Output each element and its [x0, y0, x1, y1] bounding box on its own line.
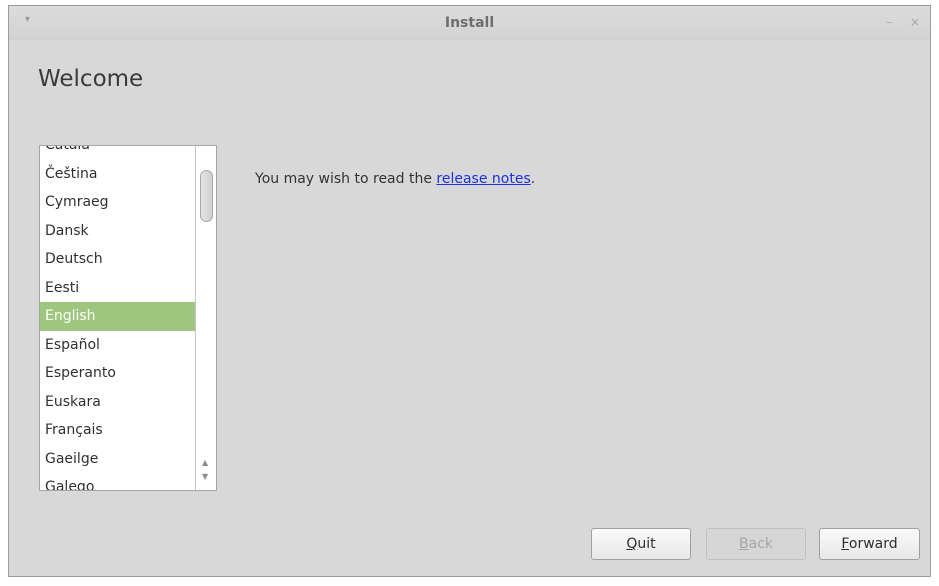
- list-item[interactable]: Čeština: [40, 160, 196, 189]
- list-item[interactable]: Gaeilge: [40, 445, 196, 474]
- release-notes-link[interactable]: release notes: [436, 171, 530, 187]
- scrollbar-thumb[interactable]: [200, 170, 213, 222]
- close-icon[interactable]: ×: [910, 15, 920, 29]
- scroll-down-icon[interactable]: ▼: [202, 472, 208, 481]
- minimize-icon[interactable]: –: [886, 15, 892, 29]
- list-item[interactable]: Galego: [40, 473, 196, 490]
- window-controls: – ×: [872, 15, 920, 29]
- forward-mnemonic: F: [841, 536, 849, 552]
- forward-button[interactable]: Forward: [819, 528, 920, 560]
- page-title: Welcome: [38, 66, 144, 92]
- list-item[interactable]: Français: [40, 416, 196, 445]
- list-item[interactable]: Deutsch: [40, 245, 196, 274]
- title-bar: ▾ Install – ×: [9, 6, 930, 40]
- release-notes-prefix: You may wish to read the: [255, 171, 437, 187]
- list-item[interactable]: Dansk: [40, 217, 196, 246]
- language-items: Català Čeština Cymraeg Dansk Deutsch Ees…: [40, 146, 196, 490]
- release-notes-suffix: .: [530, 171, 536, 187]
- scroll-up-icon[interactable]: ▲: [202, 458, 208, 467]
- quit-button[interactable]: Quit: [591, 528, 691, 560]
- list-item[interactable]: Euskara: [40, 388, 196, 417]
- release-notes-text: You may wish to read the release notes.: [255, 171, 535, 187]
- list-divider: [195, 146, 196, 490]
- back-label: ack: [748, 536, 773, 552]
- forward-label: orward: [848, 536, 898, 552]
- quit-label: uit: [637, 536, 656, 552]
- list-item-selected[interactable]: English: [40, 302, 196, 331]
- list-item[interactable]: Cymraeg: [40, 188, 196, 217]
- list-item[interactable]: Esperanto: [40, 359, 196, 388]
- installer-window: ▾ Install – × Welcome Català Čeština Cym…: [8, 5, 931, 577]
- language-list[interactable]: Català Čeština Cymraeg Dansk Deutsch Ees…: [39, 145, 217, 491]
- list-item[interactable]: Català: [40, 146, 196, 160]
- back-button: Back: [706, 528, 806, 560]
- list-item[interactable]: Español: [40, 331, 196, 360]
- quit-mnemonic: Q: [626, 536, 638, 552]
- back-mnemonic: B: [739, 536, 749, 552]
- window-title: Install: [444, 15, 495, 31]
- list-item[interactable]: Eesti: [40, 274, 196, 303]
